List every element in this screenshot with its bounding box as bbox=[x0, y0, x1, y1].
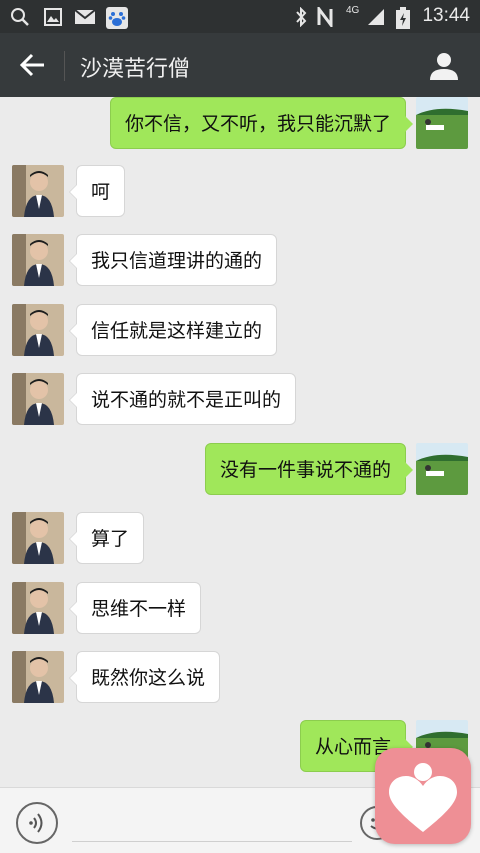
arrow-left-icon[interactable] bbox=[18, 51, 48, 79]
baidu-paw-icon bbox=[106, 7, 128, 29]
message-bubble-sent[interactable]: 没有一件事说不通的 bbox=[204, 443, 414, 495]
my-avatar[interactable] bbox=[416, 97, 468, 149]
message-bubble-received[interactable]: 算了 bbox=[68, 512, 145, 564]
voice-button[interactable] bbox=[16, 802, 58, 844]
chat-header: 沙漠苦行僧 bbox=[0, 33, 480, 97]
status-bar: 4G 13:44 bbox=[0, 0, 480, 33]
message-bubble-received[interactable]: 说不通的就不是正叫的 bbox=[68, 373, 297, 425]
chat-title: 沙漠苦行僧 bbox=[80, 57, 191, 82]
bluetooth-icon bbox=[296, 7, 307, 27]
search-icon bbox=[11, 8, 29, 26]
network-label: 4G bbox=[346, 5, 360, 16]
contact-avatar[interactable] bbox=[12, 234, 64, 286]
message-input[interactable] bbox=[72, 806, 352, 842]
voice-icon bbox=[29, 813, 43, 833]
contact-avatar[interactable] bbox=[12, 651, 64, 703]
message-bubble-sent[interactable]: 你不信，又不听，我只能沉默了 bbox=[109, 97, 414, 149]
message-bubble-received[interactable]: 呵 bbox=[68, 165, 126, 217]
contact-avatar[interactable] bbox=[12, 582, 64, 634]
heart-icon bbox=[389, 763, 457, 832]
signal-icon bbox=[368, 9, 384, 25]
header-divider bbox=[64, 51, 65, 81]
clock: 13:44 bbox=[422, 5, 470, 26]
battery-icon bbox=[396, 7, 410, 29]
heart-app-icon[interactable] bbox=[375, 748, 471, 844]
contact-avatar[interactable] bbox=[12, 165, 64, 217]
person-icon[interactable] bbox=[428, 51, 460, 81]
gallery-icon bbox=[44, 8, 62, 26]
mail-icon bbox=[74, 9, 96, 24]
contact-avatar[interactable] bbox=[12, 512, 64, 564]
nfc-icon bbox=[317, 7, 333, 27]
message-bubble-received[interactable]: 我只信道理讲的通的 bbox=[68, 234, 278, 286]
message-bubble-received[interactable]: 思维不一样 bbox=[68, 582, 202, 634]
message-bubble-received[interactable]: 信任就是这样建立的 bbox=[68, 304, 278, 356]
contact-avatar[interactable] bbox=[12, 373, 64, 425]
my-avatar[interactable] bbox=[416, 443, 468, 495]
message-bubble-received[interactable]: 既然你这么说 bbox=[68, 651, 221, 703]
contact-avatar[interactable] bbox=[12, 304, 64, 356]
message-list[interactable]: 你不信，又不听，我只能沉默了 呵 我只信道理讲的通的 信任就是这样建立的 说不通… bbox=[0, 97, 480, 787]
